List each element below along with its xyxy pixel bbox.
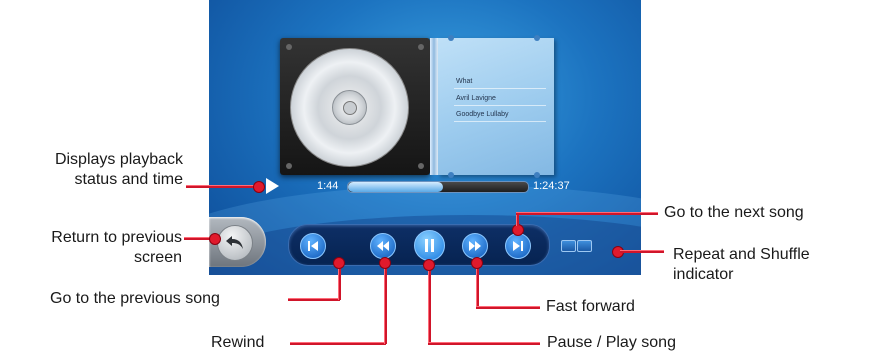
annotation-fast-forward: Fast forward [546,298,635,315]
callout-line [620,250,664,253]
cd-disc-icon [290,48,409,167]
progress-fill [348,182,444,192]
rewind-icon [377,241,389,251]
callout-pin [209,233,221,245]
repeat-icon [561,240,576,252]
rewind-button[interactable] [370,233,396,259]
player-screen: What Avril Lavigne Goodbye Lullaby 1:44 … [209,0,641,275]
progress-bar[interactable] [347,181,529,193]
fast-forward-button[interactable] [462,233,488,259]
callout-line [516,212,658,215]
album-case [280,38,430,175]
elapsed-time: 1:44 [317,180,339,192]
callout-pin [379,257,391,269]
pause-icon [425,239,434,252]
callout-pin [423,259,435,271]
previous-song-button[interactable] [300,233,326,259]
shuffle-icon [577,240,592,252]
next-song-button[interactable] [505,233,531,259]
back-arrow-icon [226,236,243,249]
annotation-return: Return to previous screen [51,229,182,266]
song-title: What [456,78,473,85]
fast-forward-icon [469,241,481,251]
album-name: Goodbye Lullaby [456,111,509,118]
callout-pin [253,181,265,193]
annotation-pause-play: Pause / Play song [547,334,676,351]
callout-pin [471,257,483,269]
callout-line [288,298,340,301]
play-status-icon [266,178,279,194]
annotation-previous-song: Go to the previous song [50,290,220,307]
skip-previous-icon [308,241,318,251]
skip-next-icon [513,241,523,251]
callout-line [186,185,254,188]
annotation-repeat-shuffle: Repeat and Shuffle indicator [673,246,810,283]
callout-line [476,306,540,309]
callout-pin [333,257,345,269]
callout-line [428,264,431,344]
callout-line [428,342,540,345]
album-spine [430,38,438,175]
annotation-next-song: Go to the next song [664,204,804,221]
total-time: 1:24:37 [533,180,570,192]
callout-line [290,342,386,345]
annotation-rewind: Rewind [211,334,265,351]
pause-play-button[interactable] [414,230,445,261]
artist-name: Avril Lavigne [456,95,496,102]
callout-line [184,237,211,240]
annotation-playback-status: Displays playback status and time [54,151,183,188]
track-info-panel: What Avril Lavigne Goodbye Lullaby [438,35,554,178]
callout-line [384,262,387,344]
